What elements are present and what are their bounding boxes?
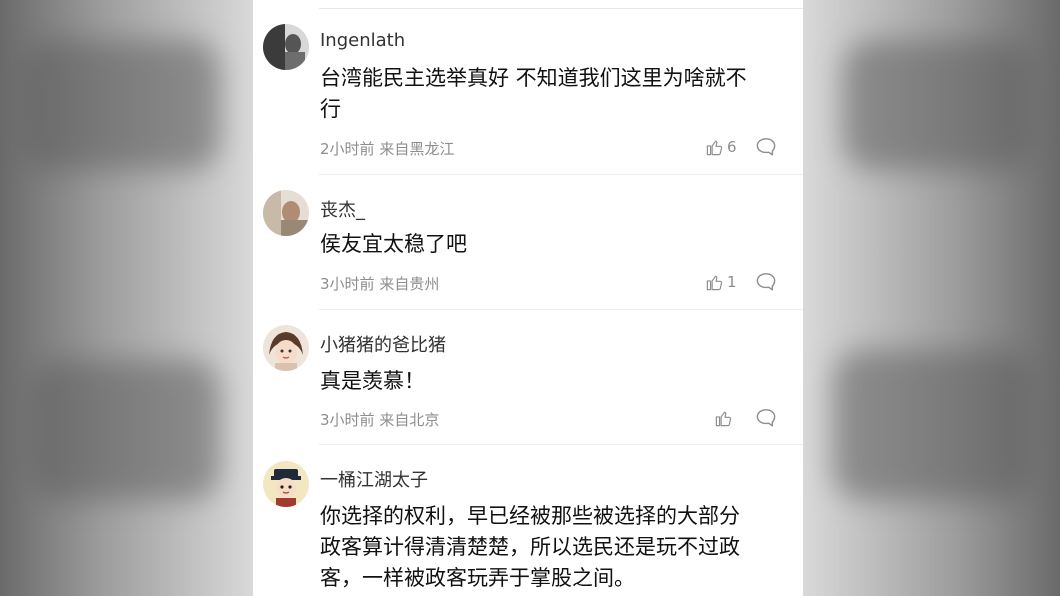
comment-list: Ingenlath 台湾能民主选举真好 不知道我们这里为啥就不 行 2小时前 来… (253, 0, 803, 596)
comment-username[interactable]: Ingenlath (320, 30, 405, 51)
comment-bubble-icon (756, 138, 776, 156)
comment-time: 3小时前 (320, 411, 375, 429)
like-button[interactable] (714, 408, 736, 428)
avatar-photo-light-icon (263, 190, 309, 236)
comment-location: 来自贵州 (379, 275, 440, 293)
like-count: 1 (727, 273, 737, 291)
comment-text: 真是羡慕！ (320, 369, 425, 393)
comment-username[interactable]: 一桶江湖太子 (320, 466, 428, 492)
comment-location: 来自北京 (379, 411, 440, 429)
divider (319, 174, 803, 175)
comment-time: 2小时前 (320, 140, 375, 158)
reply-button[interactable] (755, 137, 777, 157)
user-avatar[interactable] (263, 190, 309, 236)
comment-meta: 2小时前 来自黑龙江 (320, 138, 454, 159)
user-avatar[interactable] (263, 461, 309, 507)
comment-bubble-icon (756, 409, 776, 427)
comment-username[interactable]: 丧杰_ (320, 196, 365, 222)
user-avatar[interactable] (263, 24, 309, 70)
like-button[interactable]: 1 (705, 272, 737, 292)
user-avatar[interactable] (263, 325, 309, 371)
divider (319, 8, 803, 9)
comment-location: 来自黑龙江 (379, 140, 455, 158)
divider (319, 444, 803, 445)
reply-button[interactable] (755, 408, 777, 428)
comment-time: 3小时前 (320, 275, 375, 293)
avatar-cartoon-girl-icon (263, 325, 309, 371)
reply-button[interactable] (755, 272, 777, 292)
screenshot-stage: Ingenlath 台湾能民主选举真好 不知道我们这里为啥就不 行 2小时前 来… (0, 0, 1060, 596)
comment-text: 你选择的权利，早已经被那些被选择的大部分 政客算计得清清楚楚，所以选民还是玩不过… (320, 504, 740, 590)
comment-username[interactable]: 小猪猪的爸比猪 (320, 331, 446, 357)
comment-text: 台湾能民主选举真好 不知道我们这里为啥就不 行 (320, 66, 747, 121)
avatar-cartoon-official-icon (263, 461, 309, 507)
like-count: 6 (727, 138, 737, 156)
blurred-background-left (0, 0, 253, 596)
thumbs-up-icon (706, 275, 723, 290)
comment-meta: 3小时前 来自北京 (320, 409, 439, 430)
like-button[interactable]: 6 (705, 137, 737, 157)
blurred-background-right (803, 0, 1060, 596)
comment-bubble-icon (756, 273, 776, 291)
thumbs-up-icon (715, 411, 732, 426)
thumbs-up-icon (706, 140, 723, 155)
comment-meta: 3小时前 来自贵州 (320, 273, 439, 294)
comment-text: 侯友宜太稳了吧 (320, 232, 467, 256)
avatar-photo-dark-icon (263, 24, 309, 70)
divider (319, 309, 803, 310)
